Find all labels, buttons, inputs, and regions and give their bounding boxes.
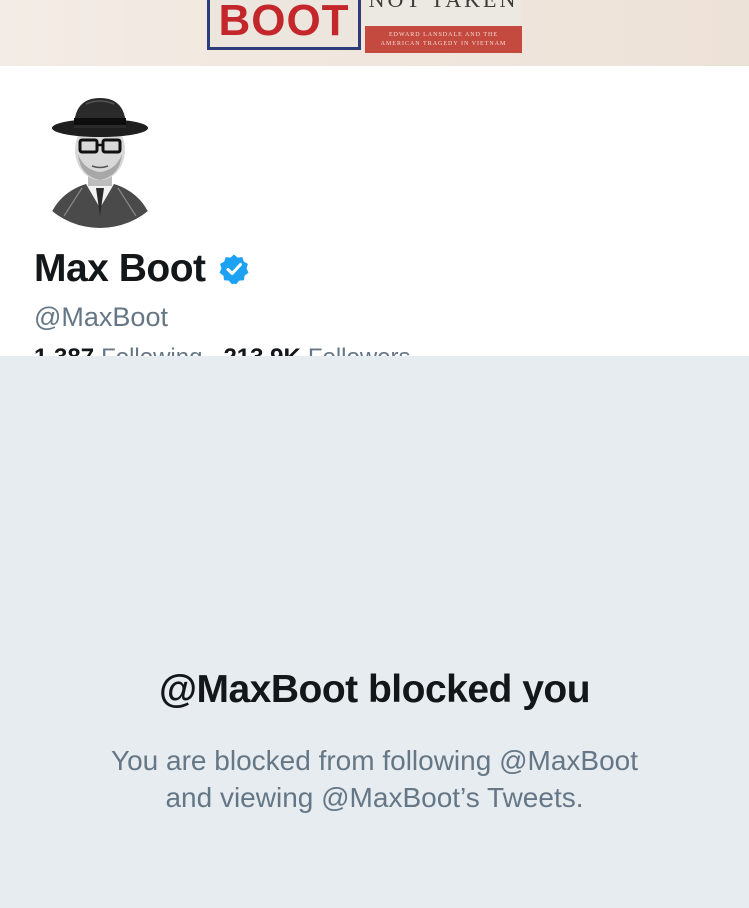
profile-banner[interactable]: BOOT NOT TAKEN EDWARD LANSDALE AND THE A… bbox=[0, 0, 749, 66]
blocked-title: @MaxBoot blocked you bbox=[158, 668, 591, 711]
display-name: Max Boot bbox=[34, 247, 206, 290]
banner-book-boot: BOOT bbox=[207, 0, 361, 50]
blocked-notice: @MaxBoot blocked you You are blocked fro… bbox=[0, 356, 749, 908]
profile-header: Max Boot @MaxBoot 1,387 Following 213.9K… bbox=[0, 66, 749, 371]
blocked-description-line2: and viewing @MaxBoot’s Tweets. bbox=[165, 782, 584, 813]
display-name-row: Max Boot bbox=[34, 246, 250, 292]
verified-badge-icon bbox=[218, 253, 250, 285]
avatar[interactable] bbox=[24, 76, 176, 228]
banner-book-title-boot: BOOT bbox=[218, 0, 350, 45]
blocked-description: You are blocked from following @MaxBoot … bbox=[0, 742, 749, 816]
profile-handle: @MaxBoot bbox=[34, 302, 168, 332]
avatar-portrait-icon bbox=[24, 76, 176, 228]
banner-book-subtitle: EDWARD LANSDALE AND THE AMERICAN TRAGEDY… bbox=[380, 32, 507, 47]
blocked-description-line1: You are blocked from following @MaxBoot bbox=[111, 745, 638, 776]
banner-book-not-taken: NOT TAKEN EDWARD LANSDALE AND THE AMERIC… bbox=[365, 0, 522, 53]
banner-book-title-not-taken: NOT TAKEN bbox=[365, 0, 522, 12]
